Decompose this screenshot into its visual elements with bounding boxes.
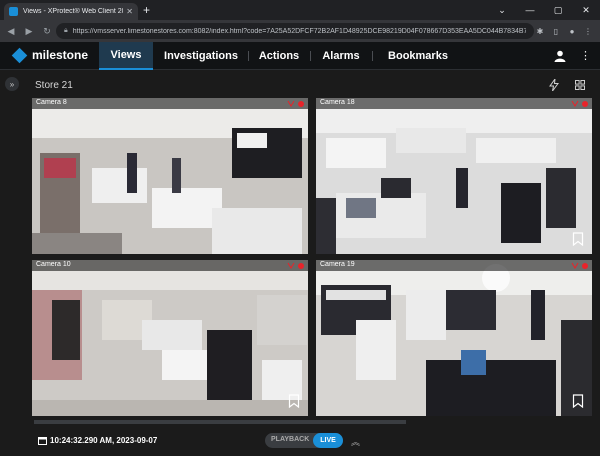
recording-indicator <box>298 100 304 107</box>
camera-label-bar: Camera 10 <box>32 260 308 271</box>
camera-name: Camera 8 <box>36 99 67 106</box>
camera-name: Camera 18 <box>320 99 355 106</box>
tab-alarms-label: Alarms <box>322 50 360 62</box>
camera-tile-19[interactable]: Camera 19 <box>316 260 592 416</box>
camera-indicators <box>287 262 304 269</box>
current-timestamp[interactable]: 10:24:32.290 AM, 2023-09-07 <box>50 436 157 445</box>
tab-close-icon[interactable]: ✕ <box>126 7 133 16</box>
tab-search-button[interactable]: ⌄ <box>488 0 516 20</box>
bookmark-icon[interactable] <box>572 394 584 408</box>
camera-tile-18[interactable]: Camera 18 <box>316 98 592 254</box>
camera-tile-8[interactable]: Camera 8 <box>32 98 308 254</box>
expand-up-icon[interactable]: ︽ <box>351 435 360 448</box>
nav-divider <box>310 51 311 61</box>
lock-icon: 🔒︎ <box>64 27 68 34</box>
motion-icon <box>287 100 295 107</box>
kebab-icon[interactable]: ⋮ <box>580 49 591 62</box>
motion-icon <box>287 262 295 269</box>
forward-arrow-icon[interactable]: ▶ <box>22 26 36 37</box>
app-navbar: milestone Views Investigations Actions A… <box>0 42 600 70</box>
tab-actions-label: Actions <box>258 50 300 62</box>
camera-name: Camera 10 <box>36 261 71 268</box>
close-window-button[interactable]: ✕ <box>572 0 600 20</box>
camera-label-bar: Camera 8 <box>32 98 308 109</box>
nav-divider <box>372 51 373 61</box>
camera-indicators <box>287 100 304 107</box>
tab-bookmarks-label: Bookmarks <box>388 50 448 62</box>
extensions-icon[interactable]: ✱ <box>532 23 548 39</box>
recording-indicator <box>298 262 304 269</box>
url-text: https://vmsserver.limestonestores.com:80… <box>72 27 526 35</box>
user-icon[interactable] <box>554 50 566 62</box>
address-bar[interactable]: 🔒︎ https://vmsserver.limestonestores.com… <box>56 23 534 39</box>
browser-tab-title: Views - XProtect® Web Client 20 <box>23 8 124 15</box>
browser-menu-icon[interactable]: ⋮ <box>580 23 596 39</box>
view-title: Store 21 <box>35 80 73 91</box>
maximize-button[interactable]: ▢ <box>544 0 572 20</box>
sidepanel-icon[interactable]: ▯ <box>548 23 564 39</box>
lightning-icon[interactable] <box>549 79 559 91</box>
motion-icon <box>571 100 579 107</box>
tab-views-label: Views <box>110 49 142 61</box>
milestone-logo: milestone <box>11 47 89 63</box>
brand-name: milestone <box>32 48 89 62</box>
playback-mode-button[interactable]: PLAYBACK <box>271 436 309 443</box>
app-root: Views - XProtect® Web Client 20 ✕ + ⌄ — … <box>0 0 600 456</box>
recording-indicator <box>582 262 588 269</box>
camera-feed <box>316 260 592 416</box>
recording-indicator <box>582 100 588 107</box>
browser-tabbar: Views - XProtect® Web Client 20 ✕ + ⌄ — … <box>0 0 600 20</box>
extension-buttons: ✱ ▯ ● ⋮ <box>532 23 596 39</box>
sidebar-toggle-button[interactable]: » <box>5 77 19 91</box>
motion-icon <box>571 262 579 269</box>
nav-divider <box>248 51 249 61</box>
reload-icon[interactable]: ↻ <box>40 26 54 37</box>
camera-label-bar: Camera 19 <box>316 260 592 271</box>
back-arrow-icon[interactable]: ◀ <box>4 26 18 37</box>
camera-tile-10[interactable]: Camera 10 <box>32 260 308 416</box>
tab-investigations-label: Investigations <box>164 50 238 62</box>
tab-investigations[interactable]: Investigations <box>160 42 242 70</box>
profile-icon[interactable]: ● <box>564 23 580 39</box>
browser-toolbar: ◀ ▶ ↻ 🔒︎ https://vmsserver.limestonestor… <box>0 20 600 42</box>
browser-tab[interactable]: Views - XProtect® Web Client 20 ✕ <box>4 3 138 20</box>
calendar-icon[interactable] <box>38 436 47 445</box>
playback-footer: 10:24:32.290 AM, 2023-09-07 PLAYBACK LIV… <box>0 428 600 456</box>
milestone-logo-icon <box>11 47 28 63</box>
timeline-scrubber[interactable] <box>34 420 406 424</box>
window-controls: ⌄ — ▢ ✕ <box>488 0 600 20</box>
tab-bookmarks[interactable]: Bookmarks <box>378 42 458 70</box>
camera-feed <box>316 98 592 254</box>
tab-views[interactable]: Views <box>99 42 153 70</box>
camera-feed <box>32 98 308 254</box>
bookmark-icon[interactable] <box>572 232 584 246</box>
camera-indicators <box>571 262 588 269</box>
new-tab-button[interactable]: + <box>143 3 150 17</box>
mode-toggle: PLAYBACK LIVE <box>265 433 343 448</box>
minimize-button[interactable]: — <box>516 0 544 20</box>
camera-name: Camera 19 <box>320 261 355 268</box>
camera-label-bar: Camera 18 <box>316 98 592 109</box>
grid-icon[interactable] <box>575 80 585 90</box>
tab-actions[interactable]: Actions <box>253 42 305 70</box>
favicon-icon <box>9 7 18 16</box>
live-mode-button[interactable]: LIVE <box>313 433 343 448</box>
bookmark-icon[interactable] <box>288 394 300 408</box>
camera-feed <box>32 260 308 416</box>
tab-alarms[interactable]: Alarms <box>315 42 367 70</box>
camera-indicators <box>571 100 588 107</box>
